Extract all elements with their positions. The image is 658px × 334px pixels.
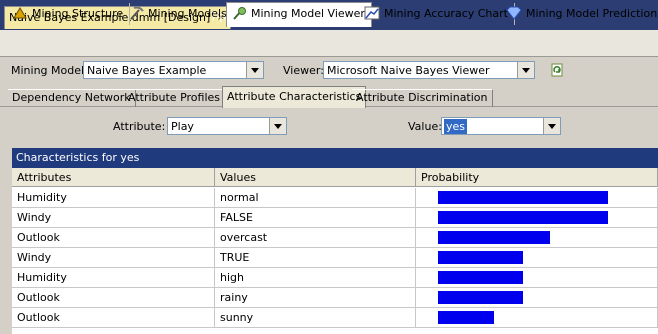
- tab-mining-accuracy-chart[interactable]: Mining Accuracy Chart: [360, 3, 515, 25]
- cell-attribute: Humidity: [12, 268, 215, 288]
- tab-attribute-discrimination[interactable]: Attribute Discrimination: [352, 89, 493, 107]
- mining-structure-icon: [13, 7, 27, 19]
- column-header-probability[interactable]: Probability: [416, 168, 658, 187]
- cell-probability: [416, 208, 658, 228]
- pickaxe-icon: [130, 6, 144, 20]
- cell-attribute: Windy: [12, 208, 215, 228]
- viewer-icon: [233, 7, 246, 20]
- tab-label: Mining Models: [148, 7, 227, 20]
- viewer-dropdown[interactable]: Microsoft Naive Bayes Viewer: [323, 61, 535, 79]
- probability-bar: [438, 291, 523, 304]
- chevron-down-icon[interactable]: [246, 62, 263, 78]
- cell-probability: [416, 288, 658, 308]
- attribute-dropdown[interactable]: Play: [167, 117, 287, 135]
- tab-label: Mining Model Viewer: [251, 7, 365, 20]
- value-dropdown[interactable]: yes: [441, 117, 561, 135]
- cell-attribute: Outlook: [12, 228, 215, 248]
- mining-model-label: Mining Model:: [11, 64, 88, 77]
- probability-bar: [438, 271, 523, 284]
- cell-value: high: [215, 268, 416, 288]
- tab-label: Mining Model Prediction: [526, 7, 658, 20]
- chevron-down-icon[interactable]: [543, 118, 560, 134]
- cell-value: normal: [215, 188, 416, 208]
- table-row[interactable]: Humidity high: [12, 268, 658, 288]
- table-row[interactable]: Humidity normal: [12, 188, 658, 208]
- attribute-value: Play: [171, 120, 194, 133]
- table-row[interactable]: Windy FALSE: [12, 208, 658, 228]
- column-header-attributes[interactable]: Attributes: [12, 168, 215, 187]
- cell-attribute: Humidity: [12, 188, 215, 208]
- tab-label: Mining Accuracy Chart: [384, 7, 508, 20]
- viewer-value: Microsoft Naive Bayes Viewer: [327, 64, 490, 77]
- value-selected: yes: [444, 119, 468, 134]
- cell-probability: [416, 188, 658, 208]
- cell-probability: [416, 308, 658, 328]
- tab-mining-model-viewer[interactable]: Mining Model Viewer: [226, 2, 372, 27]
- mining-model-value: Naive Bayes Example: [87, 64, 207, 77]
- chevron-down-icon[interactable]: [269, 118, 286, 134]
- probability-bar: [438, 231, 550, 244]
- table-row[interactable]: Windy TRUE: [12, 248, 658, 268]
- tab-dependency-network[interactable]: Dependency Network: [8, 89, 136, 107]
- mining-model-dropdown[interactable]: Naive Bayes Example: [83, 61, 264, 79]
- cell-attribute: Windy: [12, 248, 215, 268]
- accuracy-chart-icon: [364, 6, 380, 20]
- designer-tab-bar: [0, 30, 658, 57]
- cell-value: FALSE: [215, 208, 416, 228]
- chevron-down-icon[interactable]: [517, 62, 534, 78]
- cell-value: overcast: [215, 228, 416, 248]
- panel-title: Characteristics for yes: [12, 148, 658, 168]
- viewer-label: Viewer:: [283, 64, 324, 77]
- refresh-icon[interactable]: [549, 62, 565, 78]
- table-row[interactable]: Outlook overcast: [12, 228, 658, 248]
- cell-value: TRUE: [215, 248, 416, 268]
- tab-attribute-profiles[interactable]: Attribute Profiles: [124, 89, 226, 107]
- cell-attribute: Outlook: [12, 288, 215, 308]
- probability-bar: [438, 311, 494, 324]
- cell-attribute: Outlook: [12, 308, 215, 328]
- cell-value: sunny: [215, 308, 416, 328]
- diamond-icon: [506, 6, 522, 20]
- attribute-label: Attribute:: [113, 120, 166, 133]
- tab-attribute-characteristics[interactable]: Attribute Characteristics: [222, 86, 367, 108]
- probability-bar: [438, 251, 523, 264]
- tab-mining-model-prediction[interactable]: Mining Model Prediction: [502, 3, 658, 25]
- tab-mining-models[interactable]: Mining Models: [124, 3, 234, 25]
- cell-probability: [416, 228, 658, 248]
- table-row[interactable]: Outlook rainy: [12, 288, 658, 308]
- table-row[interactable]: Outlook sunny: [12, 308, 658, 328]
- tab-label: Mining Structure: [32, 7, 124, 20]
- cell-probability: [416, 268, 658, 288]
- cell-probability: [416, 248, 658, 268]
- value-label: Value:: [408, 120, 442, 133]
- characteristics-grid: Attributes Values Probability Humidity no…: [12, 168, 658, 334]
- probability-bar: [438, 191, 608, 204]
- cell-value: rainy: [215, 288, 416, 308]
- column-header-values[interactable]: Values: [215, 168, 416, 187]
- tab-mining-structure[interactable]: Mining Structure: [8, 3, 131, 25]
- probability-bar: [438, 211, 608, 224]
